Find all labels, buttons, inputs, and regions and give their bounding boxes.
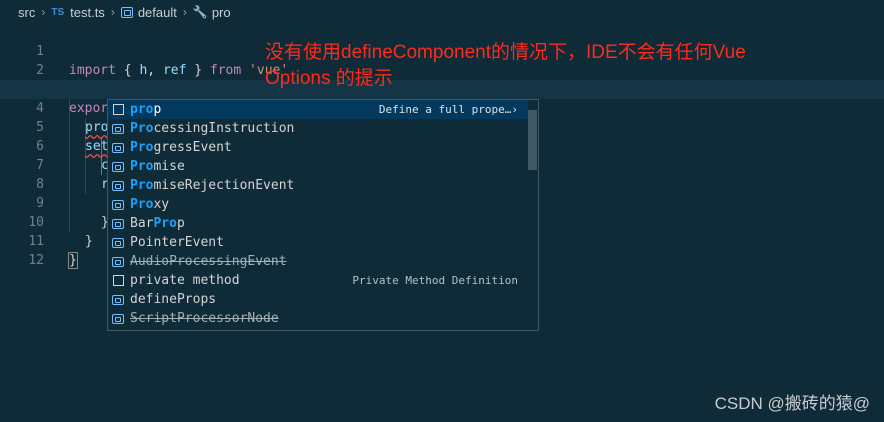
suggest-item-label: Proxy [130, 197, 170, 212]
variable-icon [111, 290, 125, 309]
breadcrumb-current-label: pro [211, 4, 231, 20]
breadcrumb: src › TS test.ts › default › 🔧 pro [0, 0, 884, 24]
breadcrumb-current[interactable]: 🔧 pro [193, 5, 231, 20]
suggest-item[interactable]: Proxy [108, 195, 528, 214]
suggest-item[interactable]: BarProp [108, 214, 528, 233]
variable-icon [111, 157, 125, 176]
suggest-item-label: ProcessingInstruction [130, 121, 295, 136]
suggest-item-detail: Define a full prope…› [378, 103, 518, 116]
suggest-item-detail: Private Method Definition [352, 274, 518, 287]
suggest-item[interactable]: PointerEvent [108, 233, 528, 252]
breadcrumb-folder[interactable]: src [18, 5, 35, 20]
line-number: 12 [28, 253, 44, 268]
autocomplete-suggest-widget[interactable]: prop Define a full prope…› ProcessingIns… [107, 99, 539, 331]
suggest-item-label: BarProp [130, 216, 185, 231]
code-text: } [68, 252, 78, 269]
annotation-line-2: Options 的提示 [265, 68, 393, 89]
breadcrumb-file[interactable]: TS test.ts [51, 5, 104, 20]
wrench-icon: 🔧 [192, 5, 208, 19]
suggest-item-label: private method [130, 273, 240, 288]
variable-symbol-icon [120, 6, 133, 18]
snippet-icon [111, 100, 125, 119]
suggest-item-label: defineProps [130, 292, 217, 307]
variable-icon [111, 119, 125, 138]
suggest-item[interactable]: private method Private Method Definition [108, 271, 528, 290]
suggest-item-label: ProgressEvent [130, 140, 232, 155]
variable-icon [111, 195, 125, 214]
variable-icon [111, 233, 125, 252]
snippet-icon [111, 271, 125, 290]
suggest-item[interactable]: prop Define a full prope…› [108, 100, 528, 119]
suggest-item[interactable]: Promise [108, 157, 528, 176]
suggest-item-label: prop [130, 102, 162, 117]
suggest-item[interactable]: ProcessingInstruction [108, 119, 528, 138]
annotation-text: 没有使用defineComponent的情况下，IDE不会有任何Vue Opti… [265, 40, 746, 92]
breadcrumb-folder-label: src [18, 4, 36, 20]
code-editor[interactable]: src › TS test.ts › default › 🔧 pro 1 imp… [0, 0, 884, 422]
breadcrumb-symbol[interactable]: default [120, 4, 177, 20]
variable-icon [111, 309, 125, 328]
chevron-right-icon: › [182, 5, 187, 19]
chevron-right-icon: › [110, 5, 115, 19]
suggest-scrollbar-thumb[interactable] [528, 110, 537, 170]
chevron-right-icon: › [41, 5, 46, 19]
variable-icon [111, 176, 125, 195]
chevron-right-icon: › [511, 103, 518, 116]
suggest-item[interactable]: ProgressEvent [108, 138, 528, 157]
variable-icon [111, 138, 125, 157]
breadcrumb-file-label: test.ts [70, 4, 105, 20]
suggest-item-label: Promise [130, 159, 185, 174]
suggest-item-label: ScriptProcessorNode [130, 311, 279, 326]
suggest-item[interactable]: AudioProcessingEvent [108, 252, 528, 271]
variable-icon [111, 252, 125, 271]
typescript-file-icon: TS [51, 6, 65, 18]
breadcrumb-symbol-label: default [137, 4, 177, 20]
suggest-item-label: PointerEvent [130, 235, 224, 250]
suggest-item-label: AudioProcessingEvent [130, 254, 287, 269]
suggest-item[interactable]: ScriptProcessorNode [108, 309, 528, 328]
annotation-line-1: 没有使用defineComponent的情况下，IDE不会有任何Vue [265, 42, 746, 63]
suggest-item[interactable]: defineProps [108, 290, 528, 309]
suggest-item[interactable]: PromiseRejectionEvent [108, 176, 528, 195]
variable-icon [111, 214, 125, 233]
suggest-item-label: PromiseRejectionEvent [130, 178, 295, 193]
watermark: CSDN @搬砖的猿@ [714, 394, 870, 413]
